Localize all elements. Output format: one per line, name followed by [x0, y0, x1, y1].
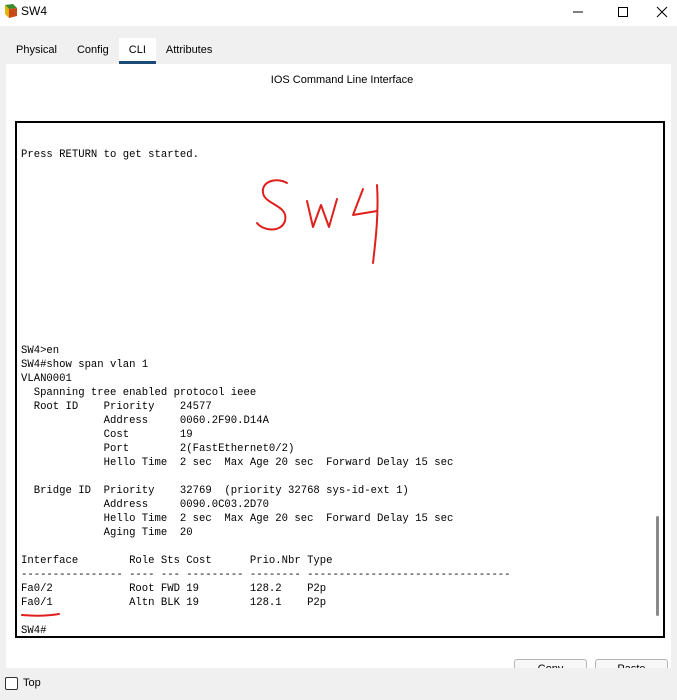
terminal-line: Root ID Priority 24577: [21, 401, 212, 413]
terminal-line: Cost 19: [21, 429, 193, 441]
cli-terminal[interactable]: Press RETURN to get started. SW4>en SW4#s…: [15, 121, 665, 638]
terminal-line: Interface Role Sts Cost Prio.Nbr Type: [21, 555, 333, 567]
cli-header: IOS Command Line Interface: [270, 74, 414, 86]
top-label: Top: [23, 677, 41, 689]
minimize-button[interactable]: [556, 0, 600, 24]
terminal-line: VLAN0001: [21, 373, 72, 385]
terminal-line: SW4#: [21, 625, 47, 637]
close-icon: [656, 6, 667, 18]
terminal-line: Spanning tree enabled protocol ieee: [21, 387, 257, 399]
terminal-line: SW4>en: [21, 345, 60, 357]
terminal-line: Hello Time 2 sec Max Age 20 sec Forward …: [21, 513, 454, 525]
title-bar: SW4: [0, 0, 677, 26]
terminal-scrollbar[interactable]: [656, 516, 659, 616]
device-tabs-area: Physical Config CLI Attributes IOS Comma…: [0, 26, 677, 679]
tab-config[interactable]: Config: [66, 38, 119, 64]
terminal-line: Bridge ID Priority 32769 (priority 32768…: [21, 485, 409, 497]
terminal-line: Hello Time 2 sec Max Age 20 sec Forward …: [21, 457, 454, 469]
tab-strip: Physical Config CLI Attributes: [6, 38, 223, 64]
packet-tracer-switch-icon: [5, 4, 17, 18]
terminal-line: Aging Time 20: [21, 527, 193, 539]
cli-panel: IOS Command Line Interface Press RETURN …: [6, 64, 671, 679]
annotation-underline-mark: [21, 613, 60, 617]
terminal-line: SW4#show span vlan 1: [21, 359, 149, 371]
terminal-line: Press RETURN to get started.: [21, 149, 200, 161]
maximize-icon: [618, 7, 628, 17]
handwritten-sw4-annotation: [256, 179, 379, 264]
terminal-line: Port 2(FastEthernet0/2): [21, 443, 295, 455]
close-button[interactable]: [646, 0, 677, 24]
terminal-line: Fa0/2 Root FWD 19 128.2 P2p: [21, 583, 327, 595]
tab-physical[interactable]: Physical: [6, 38, 67, 64]
tab-attributes[interactable]: Attributes: [155, 38, 223, 64]
minimize-icon: [573, 11, 583, 13]
window-title: SW4: [21, 4, 48, 18]
footer-bar: Top: [0, 668, 677, 700]
terminal-line: Address 0090.0C03.2D70: [21, 499, 269, 511]
terminal-line: Address 0060.2F90.D14A: [21, 415, 269, 427]
top-checkbox[interactable]: [5, 677, 18, 690]
maximize-button[interactable]: [601, 0, 645, 24]
terminal-line: Fa0/1 Altn BLK 19 128.1 P2p: [21, 597, 327, 609]
terminal-line: ---------------- ---- --- --------- ----…: [21, 569, 511, 581]
tab-cli[interactable]: CLI: [118, 38, 157, 64]
